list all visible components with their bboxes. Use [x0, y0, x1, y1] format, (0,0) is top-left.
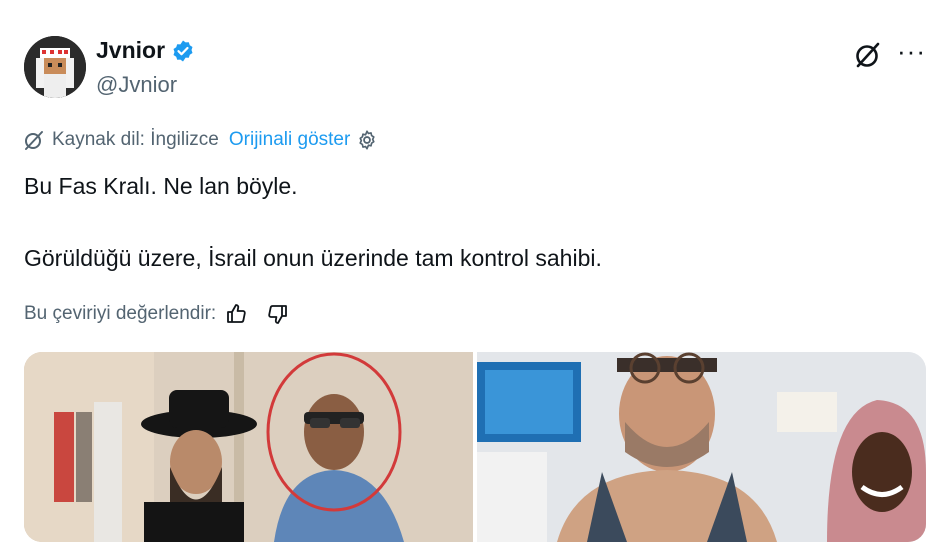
author-name[interactable]: Jvnior [96, 37, 165, 64]
translation-source-row: Kaynak dil: İngilizce Orijinali göster [22, 128, 378, 152]
tweet-media[interactable] [24, 352, 926, 542]
tweet-text-line-2: Görüldüğü üzere, İsrail onun üzerinde ta… [24, 245, 602, 271]
tweet-text-line-1: Bu Fas Kralı. Ne lan böyle. [24, 173, 298, 199]
grok-icon[interactable] [852, 39, 884, 71]
author-handle[interactable]: @Jvnior [96, 72, 177, 98]
rate-translation-label: Bu çeviriyi değerlendir: [24, 303, 217, 324]
thumbs-up-icon[interactable] [224, 302, 248, 326]
author-name-row[interactable]: Jvnior [96, 37, 195, 64]
avatar[interactable] [24, 36, 86, 98]
translation-source-label: Kaynak dil: İngilizce [52, 129, 219, 150]
media-photo-1[interactable] [24, 352, 473, 542]
more-options-button[interactable]: ··· [897, 38, 926, 64]
avatar-image [24, 36, 86, 98]
media-photo-2[interactable] [477, 352, 926, 542]
grok-icon [25, 131, 43, 150]
photo-2-illustration [477, 352, 926, 542]
photo-1-illustration [24, 352, 473, 542]
show-original-link[interactable]: Orijinali göster [229, 129, 350, 151]
verified-badge-icon [173, 40, 193, 61]
rate-translation-row: Bu çeviriyi değerlendir: [24, 302, 290, 326]
gear-icon[interactable] [356, 129, 378, 151]
thumbs-down-icon[interactable] [266, 302, 290, 326]
